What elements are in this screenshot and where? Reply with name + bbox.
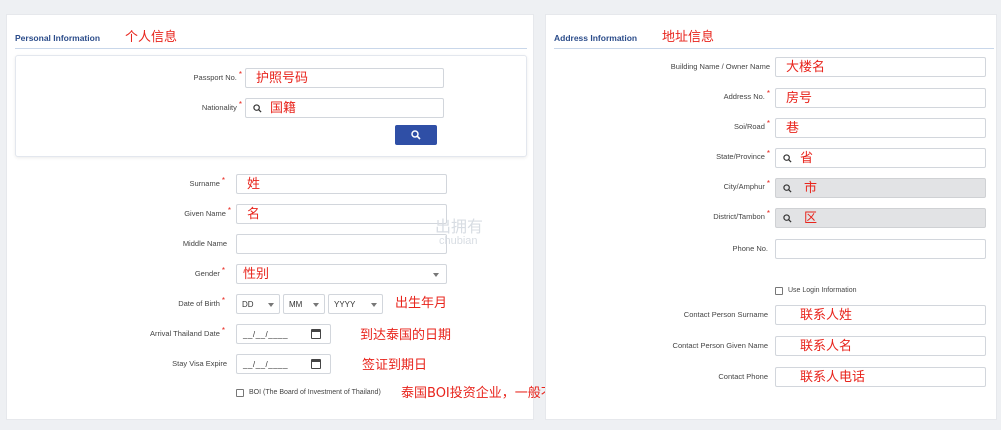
personal-information-panel: Personal Information 个人信息 Passport No. * … <box>6 14 580 420</box>
soi-road-input[interactable]: 巷 <box>775 118 986 138</box>
nationality-input[interactable]: 国籍 <box>245 98 444 118</box>
gender-label: Gender * <box>194 266 225 278</box>
address-section-title: Address Information <box>554 33 638 43</box>
chevron-down-icon <box>433 273 439 277</box>
given-name-label: Given Name * <box>184 206 231 218</box>
dob-month-select[interactable]: MM <box>283 294 325 314</box>
dob-annotation: 出生年月 <box>395 296 448 311</box>
dob-day-value: DD <box>242 300 254 309</box>
building-annotation: 大楼名 <box>786 60 826 75</box>
city-amphur-label: City/Amphur * <box>723 179 770 191</box>
visa-expire-label: Stay Visa Expire <box>172 359 227 368</box>
personal-section-title: Personal Information <box>15 33 101 43</box>
soi-road-label: Soi/Road * <box>734 119 770 131</box>
visa-expire-placeholder: __/__/____ <box>243 360 289 369</box>
calendar-icon[interactable] <box>311 329 321 339</box>
use-login-checkbox[interactable] <box>775 287 783 295</box>
search-icon <box>783 214 792 223</box>
dob-month-value: MM <box>289 300 303 309</box>
district-tambon-label: District/Tambon * <box>713 209 770 221</box>
contact-given-label: Contact Person Given Name <box>672 341 768 350</box>
contact-surname-annotation: 联系人姓 <box>800 308 853 323</box>
personal-section-header: Personal Information 个人信息 <box>15 31 527 49</box>
search-icon <box>783 154 792 163</box>
contact-given-annotation: 联系人名 <box>800 339 853 354</box>
address-no-annotation: 房号 <box>786 91 813 106</box>
boi-label: BOI (The Board of Investment of Thailand… <box>249 389 381 396</box>
address-section-annotation: 地址信息 <box>662 30 715 45</box>
passport-search-card: Passport No. * 护照号码 Nationality * 国籍 <box>15 55 527 157</box>
arrival-date-label: Arrival Thailand Date * <box>149 326 225 338</box>
search-button[interactable] <box>395 125 437 145</box>
calendar-icon[interactable] <box>311 359 321 369</box>
chevron-down-icon <box>371 303 377 307</box>
passport-annotation: 护照号码 <box>256 71 309 86</box>
chevron-down-icon <box>313 303 319 307</box>
district-tambon-input[interactable]: 区 <box>775 208 986 228</box>
dob-day-select[interactable]: DD <box>236 294 280 314</box>
nationality-annotation: 国籍 <box>270 101 297 116</box>
surname-annotation: 姓 <box>247 177 261 192</box>
visa-expire-annotation: 签证到期日 <box>362 358 428 373</box>
arrival-date-placeholder: __/__/____ <box>243 330 289 339</box>
contact-phone-input[interactable]: 联系人电话 <box>775 367 986 387</box>
address-no-label: Address No. * <box>723 89 770 101</box>
soi-road-annotation: 巷 <box>786 121 800 136</box>
search-icon <box>411 130 421 140</box>
watermark-subtext: chubian <box>439 235 478 247</box>
personal-section-annotation: 个人信息 <box>125 30 178 45</box>
passport-label: Passport No. * <box>193 70 242 82</box>
contact-given-input[interactable]: 联系人名 <box>775 336 986 356</box>
dob-year-select[interactable]: YYYY <box>328 294 383 314</box>
given-name-input[interactable]: 名 <box>236 204 447 224</box>
address-no-input[interactable]: 房号 <box>775 88 986 108</box>
phone-no-label: Phone No. <box>732 244 768 253</box>
contact-phone-annotation: 联系人电话 <box>800 370 866 385</box>
arrival-date-input[interactable]: __/__/____ <box>236 324 331 344</box>
dob-label: Date of Birth * <box>178 296 225 308</box>
contact-surname-input[interactable]: 联系人姓 <box>775 305 986 325</box>
search-icon <box>253 104 262 113</box>
search-icon <box>783 184 792 193</box>
building-label: Building Name / Owner Name <box>670 62 770 71</box>
passport-input[interactable]: 护照号码 <box>245 68 444 88</box>
surname-input[interactable]: 姓 <box>236 174 447 194</box>
middle-name-label: Middle Name <box>182 239 227 248</box>
nationality-label: Nationality * <box>201 100 242 112</box>
dob-year-value: YYYY <box>334 300 356 309</box>
contact-surname-label: Contact Person Surname <box>683 310 768 319</box>
gender-annotation: 性别 <box>243 267 270 282</box>
city-amphur-annotation: 市 <box>804 181 818 196</box>
address-information-panel: Address Information 地址信息 Building Name /… <box>545 14 997 420</box>
state-province-input[interactable]: 省 <box>775 148 986 168</box>
city-amphur-input[interactable]: 市 <box>775 178 986 198</box>
state-province-annotation: 省 <box>800 151 814 166</box>
given-name-annotation: 名 <box>247 207 261 222</box>
phone-no-input[interactable] <box>775 239 986 259</box>
middle-name-input[interactable] <box>236 234 447 254</box>
arrival-date-annotation: 到达泰国的日期 <box>360 328 452 343</box>
chevron-down-icon <box>268 303 274 307</box>
district-tambon-annotation: 区 <box>804 211 818 226</box>
state-province-label: State/Province * <box>716 149 770 161</box>
gender-select[interactable]: 性别 <box>236 264 447 284</box>
watermark-text: 出拥有 <box>435 217 484 236</box>
visa-expire-input[interactable]: __/__/____ <box>236 354 331 374</box>
boi-checkbox[interactable] <box>236 389 244 397</box>
address-section-header: Address Information 地址信息 <box>554 31 994 49</box>
building-input[interactable]: 大楼名 <box>775 57 986 77</box>
contact-phone-label: Contact Phone <box>718 372 768 381</box>
use-login-label: Use Login Information <box>788 287 857 294</box>
surname-label: Surname * <box>189 176 225 188</box>
